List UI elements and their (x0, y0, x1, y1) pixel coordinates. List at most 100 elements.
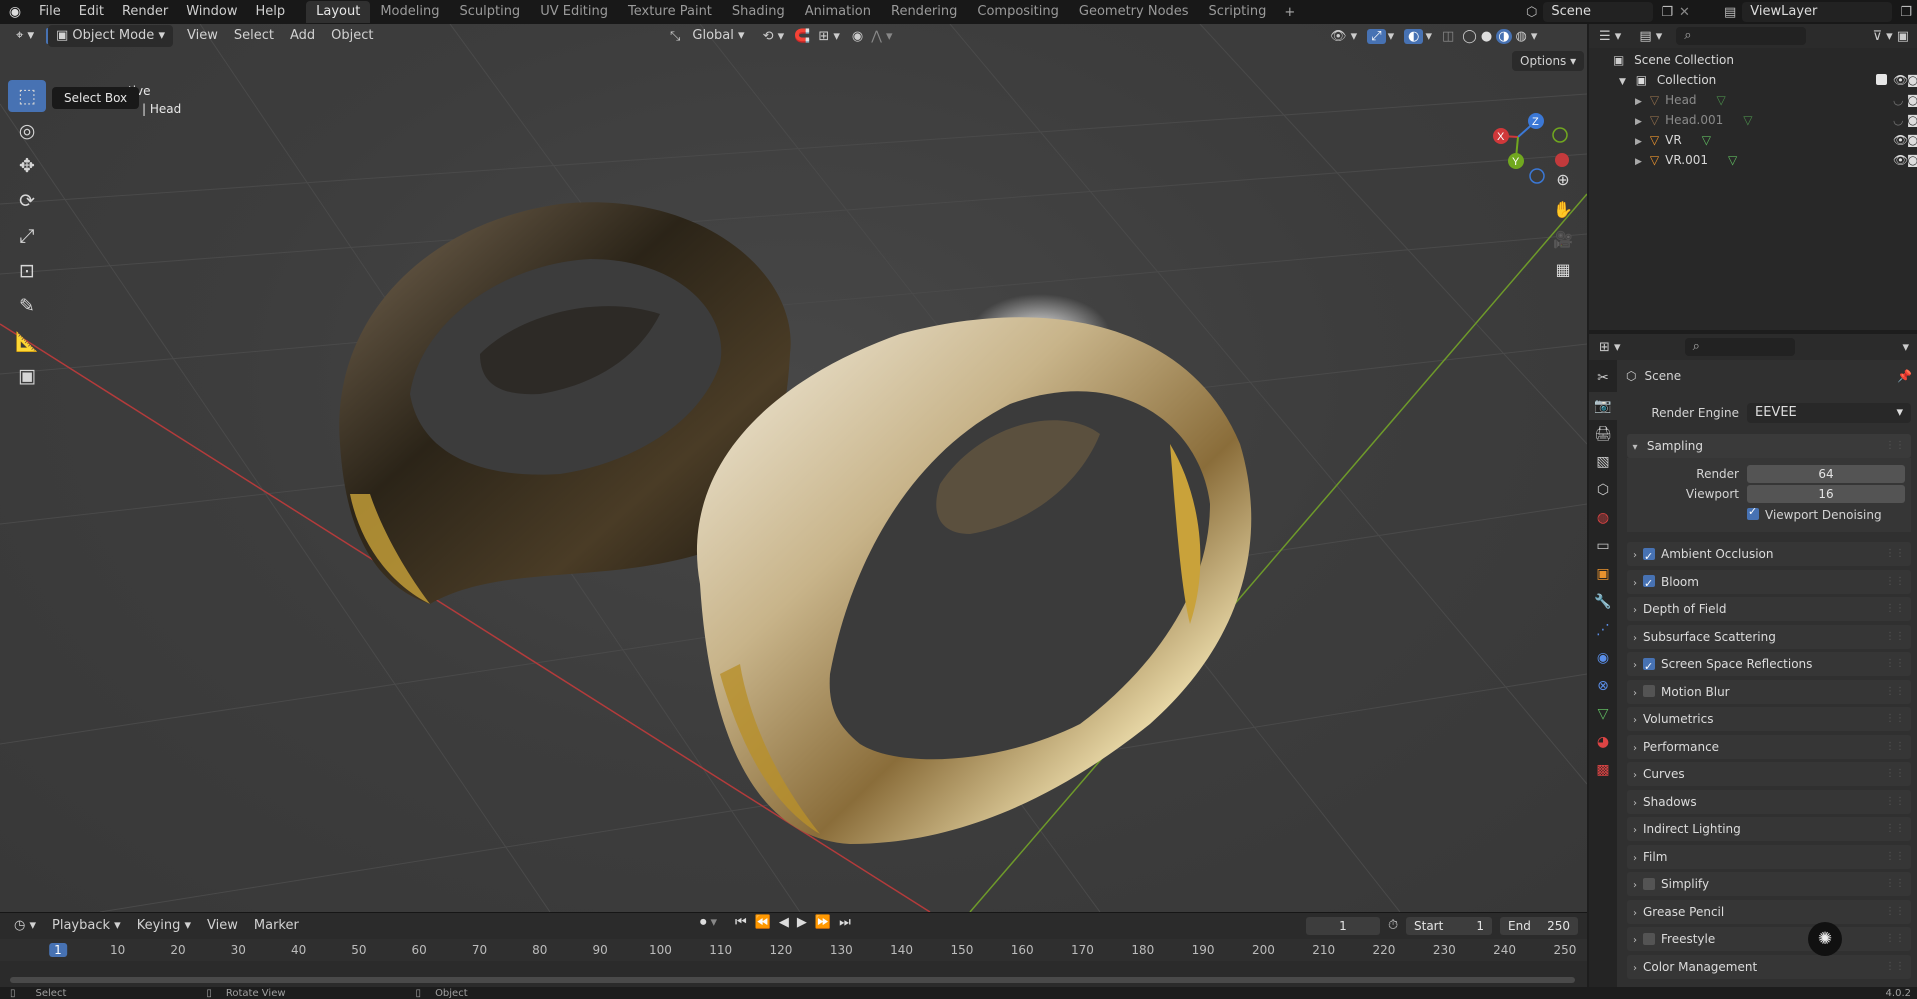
start-frame-field[interactable]: Start 1 (1406, 917, 1492, 935)
drag-grip-icon[interactable]: ⋮⋮ (1885, 625, 1905, 649)
mode-selector[interactable]: ▣ Object Mode ▾ (47, 25, 173, 47)
visibility-eye-icon[interactable]: 👁 (1893, 70, 1908, 90)
workspace-tab-texture-paint[interactable]: Texture Paint (618, 1, 722, 23)
move-tool[interactable]: ✥ (8, 150, 46, 182)
viewport-denoising-toggle[interactable]: Viewport Denoising (1747, 504, 1911, 526)
drag-grip-icon[interactable]: ⋮⋮ (1885, 900, 1905, 924)
falloff-icon[interactable]: ⋀ ▾ (871, 29, 892, 44)
viewport-menu-view[interactable]: View (179, 25, 226, 47)
viewport-menu-select[interactable]: Select (226, 25, 282, 47)
drag-grip-icon[interactable]: ⋮⋮ (1885, 762, 1905, 786)
modifier-tab-icon[interactable]: 🔧 (1589, 588, 1617, 616)
data-tab-icon[interactable]: ▽ (1589, 700, 1617, 728)
filter-icon[interactable]: ⊽ ▾ (1873, 29, 1893, 44)
editor-type-button[interactable]: ⌖ ▾ (8, 25, 42, 47)
workspace-tab-layout[interactable]: Layout (306, 1, 371, 23)
properties-options-icon[interactable]: ▾ (1902, 340, 1909, 355)
panel-bloom[interactable]: › Bloom ⋮⋮ (1627, 569, 1911, 596)
render-camera-icon[interactable]: ◙ (1907, 110, 1917, 130)
drag-grip-icon[interactable]: ⋮⋮ (1885, 845, 1905, 869)
xray-icon[interactable]: ◫ (1442, 29, 1454, 44)
blender-logo-icon[interactable]: ◉ (0, 4, 30, 20)
menu-help[interactable]: Help (247, 0, 295, 24)
prev-keyframe-icon[interactable]: ⏪ (755, 915, 771, 930)
material-shading-icon[interactable]: ◑ (1496, 28, 1512, 44)
outliner-object-row[interactable]: ▶ ▽ Head.001 ▽ ◡ ◙ (1589, 110, 1917, 130)
next-keyframe-icon[interactable]: ⏩ (815, 915, 831, 930)
hidden-eye-icon[interactable]: ◡ (1893, 90, 1903, 110)
view-layer-tab-icon[interactable]: ▧ (1589, 448, 1617, 476)
snap-icon[interactable]: 🧲 (794, 29, 810, 44)
panel-indirect-lighting[interactable]: › Indirect Lighting ⋮⋮ (1627, 817, 1911, 841)
scene-tab-icon[interactable]: ⬡ (1589, 476, 1617, 504)
outliner-display-mode-icon[interactable]: ▤ ▾ (1639, 29, 1662, 44)
orientation-selector[interactable]: Global ▾ (684, 25, 752, 47)
proportional-edit-icon[interactable]: ◉ (852, 29, 863, 44)
3d-viewport[interactable]: Z X Y tive | Head ⬚ ◎ ✥ ⟳ ⤢ ⊡ ✎ 📐 ▣ Sele… (0, 24, 1587, 912)
drag-grip-icon[interactable]: ⋮⋮ (1885, 597, 1905, 621)
panel-enable-checkbox[interactable] (1643, 655, 1655, 679)
workspace-tab-uv-editing[interactable]: UV Editing (530, 1, 618, 23)
current-frame-marker[interactable]: 1 (49, 943, 67, 957)
panel-depth-of-field[interactable]: › Depth of Field ⋮⋮ (1627, 597, 1911, 621)
annotate-tool[interactable]: ✎ (8, 290, 46, 322)
properties-search-input[interactable]: ⌕ (1684, 338, 1795, 356)
overlay-toggle-icon[interactable]: ◐ (1404, 28, 1424, 44)
pin-icon[interactable]: 📌 (1897, 369, 1912, 383)
outliner-object-row[interactable]: ▶ ▽ Head ▽ ◡ ◙ (1589, 90, 1917, 110)
jump-end-icon[interactable]: ⏭ (839, 915, 851, 930)
jump-start-icon[interactable]: ⏮ (735, 915, 747, 930)
material-tab-icon[interactable]: ◕ (1589, 728, 1617, 756)
constraints-tab-icon[interactable]: ⊗ (1589, 672, 1617, 700)
menu-file[interactable]: File (30, 0, 70, 24)
zoom-icon[interactable]: ⊕ (1550, 166, 1576, 192)
timeline-menu-keying[interactable]: Keying ▾ (129, 915, 199, 937)
camera-view-icon[interactable]: 🎥 (1550, 226, 1576, 252)
sampling-panel-header[interactable]: ▾ Sampling ⋮⋮ (1627, 434, 1911, 458)
measure-tool[interactable]: 📐 (8, 325, 46, 357)
pan-hand-icon[interactable]: ✋ (1550, 196, 1576, 222)
render-samples-field[interactable]: 64 (1747, 465, 1905, 483)
panel-grease-pencil[interactable]: › Grease Pencil ⋮⋮ (1627, 899, 1911, 924)
play-icon[interactable]: ▶ (797, 915, 807, 930)
output-tab-icon[interactable]: 🖨 (1589, 420, 1617, 448)
workspace-tab-rendering[interactable]: Rendering (881, 1, 967, 23)
hidden-eye-icon[interactable]: ◡ (1893, 110, 1903, 130)
object-tab-icon[interactable]: ▣ (1589, 560, 1617, 588)
drag-grip-icon[interactable]: ⋮⋮ (1885, 542, 1905, 566)
drag-grip-icon[interactable]: ⋮⋮ (1885, 872, 1905, 896)
workspace-tab-modeling[interactable]: Modeling (370, 1, 449, 23)
overlay-dropdown-icon[interactable]: ▾ (1425, 29, 1432, 44)
panel-freestyle[interactable]: › Freestyle ⋮⋮ (1627, 927, 1911, 951)
panel-simplify[interactable]: › Simplify ⋮⋮ (1627, 872, 1911, 896)
drag-grip-icon[interactable]: ⋮⋮ (1885, 680, 1905, 704)
add-workspace-button[interactable]: + (1276, 5, 1303, 20)
panel-screen-space-reflections[interactable]: › Screen Space Reflections ⋮⋮ (1627, 652, 1911, 679)
drag-grip-icon[interactable]: ⋮⋮ (1885, 817, 1905, 841)
transform-tool[interactable]: ⊡ (8, 255, 46, 287)
delete-scene-icon[interactable]: ✕ (1679, 5, 1690, 20)
scene-selector[interactable]: Scene (1543, 2, 1654, 22)
render-engine-selector[interactable]: EEVEE ▾ (1747, 403, 1911, 423)
drag-grip-icon[interactable]: ⋮⋮ (1885, 790, 1905, 814)
wireframe-shading-icon[interactable]: ◯ (1462, 29, 1477, 44)
render-camera-icon[interactable]: ◙ (1907, 90, 1917, 110)
workspace-tab-sculpting[interactable]: Sculpting (449, 1, 530, 23)
shading-dropdown-icon[interactable]: ▾ (1531, 29, 1538, 44)
menu-window[interactable]: Window (177, 0, 246, 24)
expand-arrow-icon[interactable]: ▶ (1635, 157, 1642, 167)
drag-grip-icon[interactable]: ⋮⋮ (1885, 735, 1905, 759)
scale-tool[interactable]: ⤢ (8, 220, 46, 252)
panel-film[interactable]: › Film ⋮⋮ (1627, 844, 1911, 869)
workspace-tab-animation[interactable]: Animation (795, 1, 881, 23)
panel-enable-checkbox[interactable] (1643, 685, 1655, 697)
render-tab-icon[interactable]: 📷 (1589, 392, 1617, 420)
panel-subsurface-scattering[interactable]: › Subsurface Scattering ⋮⋮ (1627, 624, 1911, 649)
new-scene-icon[interactable]: ❐ (1661, 5, 1673, 20)
expand-arrow-icon[interactable]: ▼ (1619, 77, 1626, 87)
gizmo-toggle-icon[interactable]: ⤢ (1367, 28, 1386, 44)
visibility-eye-icon[interactable]: 👁 (1893, 130, 1908, 150)
outliner-object-row[interactable]: ▶ ▽ VR ▽ 👁 ◙ (1589, 130, 1917, 150)
rendered-shading-icon[interactable]: ◍ (1516, 29, 1527, 44)
visibility-icon[interactable]: 👁 ▾ (1330, 29, 1357, 44)
